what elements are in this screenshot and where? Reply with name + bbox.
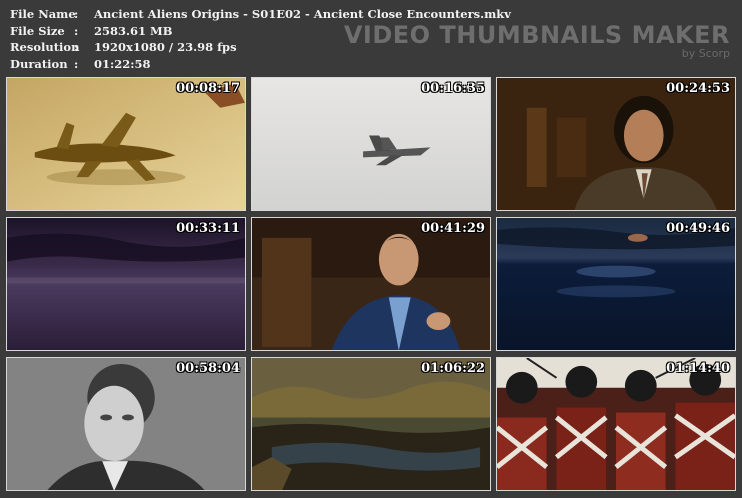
man-portrait-image [497, 78, 735, 210]
thumbnail-7[interactable]: 00:58:04 [6, 357, 246, 491]
brand-subtitle: by Scorp [681, 47, 730, 60]
thumbnail-9[interactable]: 01:14:40 [496, 357, 736, 491]
timestamp-label: 00:49:46 [666, 221, 730, 236]
timestamp-label: 01:14:40 [666, 361, 730, 376]
info-separator: : [74, 40, 79, 54]
thumbnail-1[interactable]: 00:08:17 [6, 77, 246, 211]
info-label: File Size [10, 23, 65, 38]
info-separator: : [74, 56, 79, 71]
timestamp-label: 00:58:04 [176, 361, 240, 376]
redcoat-soldiers-image [497, 358, 735, 490]
thumbnail-4[interactable]: 00:33:11 [6, 217, 246, 351]
engraved-portrait-image [7, 358, 245, 490]
timestamp-label: 01:06:22 [421, 361, 485, 376]
timestamp-label: 00:33:11 [176, 221, 240, 236]
timestamp-label: 00:08:17 [176, 81, 240, 96]
info-separator: : [74, 23, 79, 38]
info-value: 1920x1080 / 23.98 fps [94, 40, 237, 54]
info-label: Resolution [10, 40, 80, 54]
fighter-jet-image [252, 78, 490, 210]
info-value: 2583.61 MB [94, 23, 173, 38]
brand-title: VIDEO THUMBNAILS MAKER [343, 21, 730, 49]
marsh-creek-image [252, 358, 490, 490]
info-label: File Name [10, 7, 76, 21]
thumbnail-6[interactable]: 00:49:46 [496, 217, 736, 351]
man-blue-suit-image [252, 218, 490, 350]
brand-watermark: VIDEO THUMBNAILS MAKER by Scorp [344, 22, 730, 60]
timestamp-label: 00:24:53 [666, 81, 730, 96]
timestamp-label: 00:41:29 [421, 221, 485, 236]
thumbnail-3[interactable]: 00:24:53 [496, 77, 736, 211]
night-ocean-image [497, 218, 735, 350]
gold-airplane-figurine-image [7, 78, 245, 210]
info-label: Duration [10, 56, 68, 71]
timestamp-label: 00:16:35 [421, 81, 485, 96]
thumbnail-8[interactable]: 01:06:22 [251, 357, 491, 491]
info-value: 01:22:58 [94, 56, 151, 71]
thumbnail-2[interactable]: 00:16:35 [251, 77, 491, 211]
thumbnail-5[interactable]: 00:41:29 [251, 217, 491, 351]
purple-horizon-image [7, 218, 245, 350]
info-separator: : [74, 7, 79, 21]
